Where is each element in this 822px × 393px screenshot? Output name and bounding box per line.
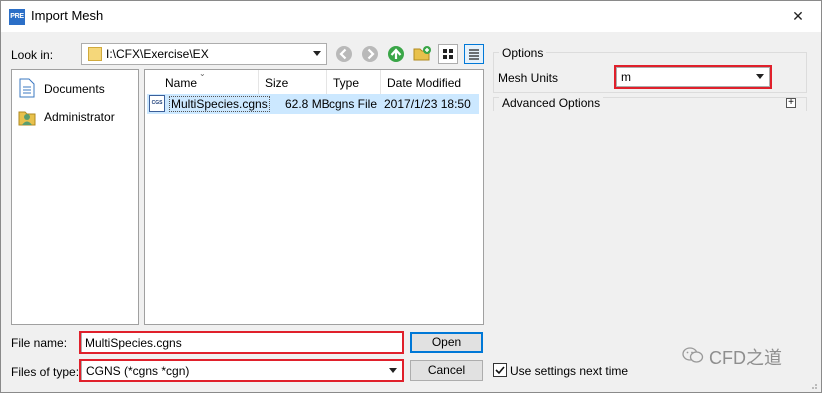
open-button[interactable]: Open [410,332,483,353]
resize-grip-icon[interactable] [808,379,818,389]
sidebar-item-label: Documents [44,82,105,96]
file-name-label: File name: [11,336,68,350]
column-header-name[interactable]: Name ⌄ [145,69,259,96]
cgns-file-icon: CGS [149,95,165,112]
detail-view-button[interactable] [464,44,484,64]
file-date-cell: 2017/1/23 18:50 [384,97,471,111]
sidebar-item-label: Administrator [44,110,115,124]
up-button[interactable] [386,44,406,64]
options-group-label: Options [499,46,547,60]
column-header-size[interactable]: Size [259,70,327,96]
watermark-text: CFD之道 [709,348,782,368]
list-view-button[interactable] [438,44,458,64]
title-bar: PRE Import Mesh ✕ [1,1,821,32]
sort-indicator-icon: ⌄ [199,69,206,78]
mesh-units-label: Mesh Units [498,71,559,85]
places-sidebar: Documents Administrator [11,69,139,325]
files-of-type-label: Files of type: [11,365,80,379]
use-settings-checkbox[interactable] [493,363,507,377]
mesh-units-highlight [614,65,772,89]
documents-icon [19,78,35,98]
sidebar-item-administrator[interactable]: Administrator [18,106,134,128]
import-mesh-dialog: PRE Import Mesh ✕ Look in: I:\CFX\Exerci… [0,0,822,393]
column-header-label: Name [165,76,198,90]
chevron-down-icon [313,51,321,56]
cancel-button[interactable]: Cancel [410,360,483,381]
file-size-cell: 62.8 MB [285,97,330,111]
forward-icon [362,46,378,62]
look-in-path: I:\CFX\Exercise\EX [106,47,209,61]
use-settings-label: Use settings next time [510,364,629,378]
advanced-options-label: Advanced Options [499,96,604,110]
list-view-icon [443,49,453,59]
folder-icon [88,47,102,61]
wechat-logo-icon [682,346,704,364]
files-of-type-highlight [79,359,404,382]
back-icon [336,46,352,62]
close-button[interactable]: ✕ [775,1,821,32]
user-folder-icon [18,111,36,126]
sidebar-item-documents[interactable]: Documents [18,78,134,100]
file-name-highlight [79,331,404,354]
app-icon: PRE [9,9,25,25]
detail-view-icon [469,49,479,60]
new-folder-button[interactable] [412,44,432,64]
forward-button[interactable] [360,44,380,64]
checkmark-icon [495,366,505,375]
back-button[interactable] [334,44,354,64]
window-title: Import Mesh [31,8,104,23]
column-header-type[interactable]: Type [327,70,381,96]
look-in-label: Look in: [11,48,54,62]
expand-advanced-button[interactable]: + [786,98,796,108]
column-header-date[interactable]: Date Modified [381,70,483,96]
file-type-cell: cgns File [329,97,378,111]
file-name-cell: MultiSpecies.cgns [169,96,270,112]
table-row[interactable]: CGS MultiSpecies.cgns 62.8 MB cgns File … [147,94,479,114]
up-icon [388,46,404,62]
new-folder-icon [413,46,431,61]
file-list[interactable]: Name ⌄ Size Type Date Modified CGS Multi… [144,69,484,325]
